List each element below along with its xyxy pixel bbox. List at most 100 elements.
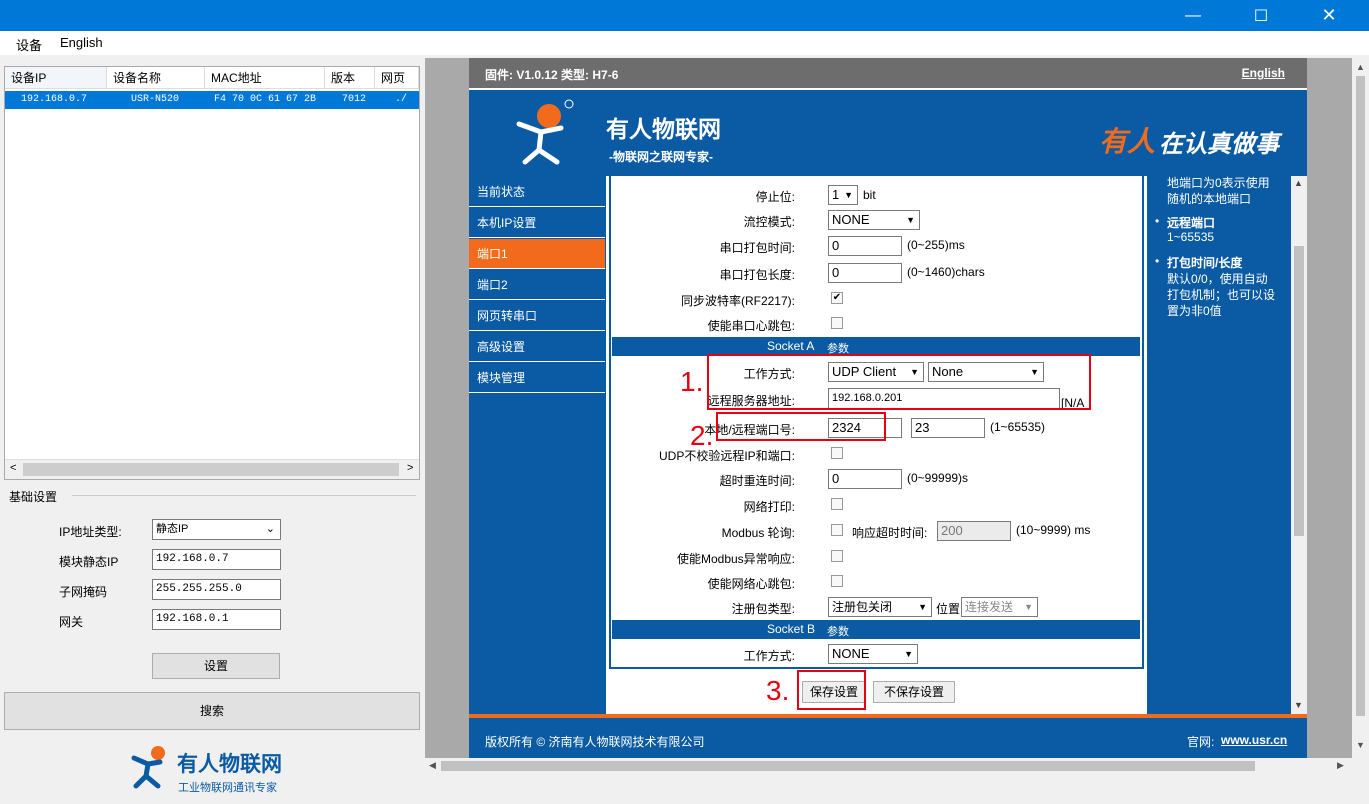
scroll-thumb[interactable] bbox=[1356, 76, 1365, 716]
ip-type-label: IP地址类型: bbox=[59, 525, 122, 539]
maximize-button[interactable]: ☐ bbox=[1238, 0, 1284, 31]
help-remote-port-range: 1~65535 bbox=[1167, 230, 1215, 244]
brand-name: 有人物联网 bbox=[177, 753, 282, 776]
stop-bits-unit: bit bbox=[863, 188, 876, 202]
static-ip-input[interactable]: 192.168.0.7 bbox=[152, 549, 281, 570]
help-scrollbar[interactable]: ▲ ▼ bbox=[1291, 176, 1307, 714]
scroll-thumb[interactable] bbox=[1294, 246, 1304, 536]
scroll-down-icon[interactable]: ▼ bbox=[1294, 700, 1303, 710]
scroll-right-icon[interactable]: ▶ bbox=[1337, 760, 1344, 771]
motto-red: 有人 bbox=[1099, 126, 1156, 157]
header-logo-sub: -物联网之联网专家- bbox=[609, 150, 713, 164]
socket-b-title: Socket B bbox=[767, 622, 816, 636]
help-pane: 地端口为0表示使用 随机的本地端口 • 远程端口 1~65535 • 打包时间/… bbox=[1147, 176, 1307, 714]
reg-select[interactable]: 注册包关闭 ▼ bbox=[828, 597, 932, 617]
cell-ip: 192.168.0.7 bbox=[21, 94, 88, 105]
netprint-checkbox[interactable] bbox=[831, 498, 843, 510]
annotation-box-3 bbox=[797, 670, 866, 710]
minimize-icon: — bbox=[1185, 6, 1201, 24]
flow-select[interactable]: NONE ▼ bbox=[828, 210, 920, 230]
web-footer: 版权所有 © 济南有人物联网技术有限公司 官网: www.usr.cn bbox=[469, 714, 1307, 758]
mask-input[interactable]: 255.255.255.0 bbox=[152, 579, 281, 600]
pack-time-hint: (0~255)ms bbox=[907, 238, 965, 252]
scroll-down-icon[interactable]: ▼ bbox=[1356, 740, 1365, 750]
sync-checkbox[interactable]: ✔ bbox=[831, 292, 843, 304]
nav-local-ip[interactable]: 本机IP设置 bbox=[469, 208, 605, 238]
window-horizontal-scrollbar[interactable]: ◀ ▶ bbox=[425, 758, 1352, 774]
basic-settings-panel: 基础设置 IP地址类型: 静态IP ⌄ 模块静态IP 192.168.0.7 子网… bbox=[4, 486, 420, 688]
firmware-info: 固件: V1.0.12 类型: H7-6 bbox=[485, 68, 619, 82]
dropdown-arrow-icon: ▼ bbox=[906, 215, 915, 225]
scroll-left-icon[interactable]: ◀ bbox=[429, 760, 436, 771]
settings-content: 停止位: 1 ▼ bit 流控模式: NONE ▼ 串口打包时间: 0 (0~255… bbox=[606, 176, 1147, 714]
scroll-right-icon[interactable]: > bbox=[407, 462, 413, 474]
header-logo-name: 有人物联网 bbox=[606, 116, 721, 142]
nosave-button[interactable]: 不保存设置 bbox=[873, 681, 955, 703]
menu-device[interactable]: 设备 bbox=[16, 35, 42, 54]
col-header-web[interactable]: 网页 bbox=[375, 67, 419, 89]
nav-module[interactable]: 模块管理 bbox=[469, 363, 605, 393]
reconnect-input[interactable]: 0 bbox=[828, 469, 902, 489]
reg-pos-select[interactable]: 连接发送 ▼ bbox=[961, 597, 1038, 617]
brand-slogan: 工业物联网通讯专家 bbox=[178, 782, 277, 794]
sync-label: 同步波特率(RF2217): bbox=[680, 294, 795, 308]
pack-len-input[interactable]: 0 bbox=[828, 263, 902, 283]
scroll-left-icon[interactable]: < bbox=[10, 462, 16, 474]
nav-status[interactable]: 当前状态 bbox=[469, 177, 605, 207]
remote-port-input[interactable]: 23 bbox=[911, 418, 985, 438]
person-logo-icon bbox=[131, 746, 165, 789]
static-ip-label: 模块静态IP bbox=[59, 555, 119, 569]
scroll-thumb[interactable] bbox=[441, 761, 1255, 771]
menu-bar: 设备 English bbox=[0, 31, 1369, 55]
heartbeat-checkbox[interactable] bbox=[831, 317, 843, 329]
modbus-checkbox[interactable] bbox=[831, 524, 843, 536]
gateway-label: 网关 bbox=[59, 615, 84, 629]
col-header-version[interactable]: 版本 bbox=[325, 67, 375, 89]
scroll-up-icon[interactable]: ▲ bbox=[1294, 178, 1303, 188]
table-horizontal-scrollbar[interactable]: < > bbox=[5, 459, 419, 479]
ip-type-select[interactable]: 静态IP ⌄ bbox=[152, 519, 281, 540]
nav-advanced[interactable]: 高级设置 bbox=[469, 332, 605, 362]
net-heartbeat-checkbox[interactable] bbox=[831, 575, 843, 587]
nav-port1[interactable]: 端口1 bbox=[469, 239, 605, 269]
nav-port2[interactable]: 端口2 bbox=[469, 270, 605, 300]
net-heartbeat-label: 使能网络心跳包: bbox=[707, 577, 795, 591]
site-link[interactable]: www.usr.cn bbox=[1221, 733, 1287, 747]
modbus-err-checkbox[interactable] bbox=[831, 550, 843, 562]
help-remote-port-title: 远程端口 bbox=[1167, 216, 1216, 230]
annotation-number-3: 3. bbox=[766, 675, 790, 706]
mask-label: 子网掩码 bbox=[59, 585, 108, 599]
brand-logo bbox=[130, 744, 172, 793]
port-hint: (1~65535) bbox=[990, 420, 1046, 434]
work-mode-b-select[interactable]: NONE ▼ bbox=[828, 644, 918, 664]
col-header-ip[interactable]: 设备IP bbox=[5, 67, 107, 89]
search-button[interactable]: 搜索 bbox=[4, 692, 420, 730]
stop-bits-select[interactable]: 1 ▼ bbox=[828, 185, 858, 205]
annotation-number-1: 1. bbox=[680, 366, 704, 397]
chevron-down-icon: ⌄ bbox=[265, 523, 275, 535]
udp-checkbox[interactable] bbox=[831, 447, 843, 459]
menu-english[interactable]: English bbox=[60, 35, 103, 50]
set-button[interactable]: 设置 bbox=[152, 653, 280, 679]
dropdown-arrow-icon: ▼ bbox=[1024, 602, 1033, 612]
basic-settings-title: 基础设置 bbox=[9, 490, 58, 504]
minimize-button[interactable]: — bbox=[1170, 0, 1216, 31]
modbus-label: Modbus 轮询: bbox=[721, 526, 795, 540]
gateway-input[interactable]: 192.168.0.1 bbox=[152, 609, 281, 630]
col-header-mac[interactable]: MAC地址 bbox=[205, 67, 325, 89]
pack-time-input[interactable]: 0 bbox=[828, 236, 902, 256]
table-row[interactable]: 192.168.0.7 USR-N520 F4 70 0C 61 67 2B 7… bbox=[5, 91, 419, 109]
pack-len-hint: (0~1460)chars bbox=[907, 265, 985, 279]
socket-a-title: Socket A bbox=[767, 339, 815, 353]
close-button[interactable]: ✕ bbox=[1306, 0, 1352, 31]
udp-label: UDP不校验远程IP和端口: bbox=[658, 449, 795, 463]
divider bbox=[72, 495, 416, 496]
modbus-timeout-input[interactable]: 200 bbox=[937, 521, 1011, 541]
col-header-name[interactable]: 设备名称 bbox=[107, 67, 205, 89]
window-vertical-scrollbar[interactable]: ▲ ▼ bbox=[1352, 58, 1369, 758]
english-link[interactable]: English bbox=[1242, 66, 1285, 80]
nav-web-to-serial[interactable]: 网页转串口 bbox=[469, 301, 605, 331]
check-icon: ✔ bbox=[832, 292, 842, 303]
scroll-thumb[interactable] bbox=[23, 463, 399, 476]
scroll-up-icon[interactable]: ▲ bbox=[1356, 62, 1365, 72]
